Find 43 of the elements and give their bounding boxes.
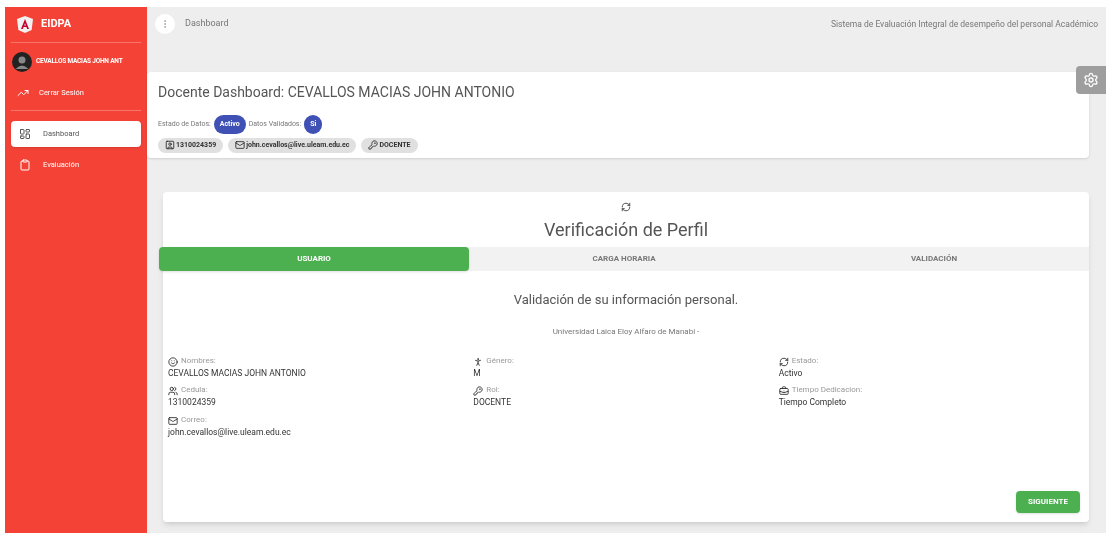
field-label: Rol: [486, 384, 500, 397]
field-value: Activo [778, 366, 804, 380]
field-value: 1310024359 [168, 396, 217, 409]
field-value: CEVALLOS MACIAS JOHN ANTONIO [168, 366, 307, 380]
card-title: Docente Dashboard: CEVALLOS MACIAS JOHN ANTONIO [158, 83, 516, 102]
field-label: Correo: [181, 414, 207, 426]
breadcrumb: Dashboard [185, 17, 229, 31]
person-icon [473, 356, 484, 367]
field-label: Tiempo Dedicacion: [791, 384, 863, 397]
section-heading: Validación de su información personal. [512, 291, 740, 309]
clipboard-icon [19, 159, 31, 171]
shield-logo-icon [17, 16, 33, 33]
key-icon [368, 140, 379, 150]
dashboard-icon [19, 128, 31, 140]
key-icon [473, 386, 484, 397]
mail-icon [235, 140, 246, 150]
app-title: EIDPA [41, 16, 72, 33]
settings-icon [1083, 72, 1099, 88]
mail-icon [168, 416, 178, 426]
next-button[interactable]: SIGUIENTE [1016, 491, 1080, 513]
profile-title: Verificación de Perfil [543, 218, 709, 242]
field-value: DOCENTE [473, 396, 512, 409]
field-label: Estado: [791, 354, 819, 367]
settings-button[interactable] [1076, 66, 1106, 94]
step-tab[interactable]: USUARIO [159, 247, 469, 271]
system-name: Sistema de Evaluación Integral de desempeño del personal Académico [831, 17, 1098, 31]
refresh-icon [778, 356, 789, 367]
field-value: john.cevallos@live.uleam.edu.ec [168, 426, 292, 439]
menu-button[interactable] [155, 14, 175, 34]
briefcase-icon [778, 386, 789, 397]
users-icon [168, 386, 178, 397]
field-value: Tiempo Completo [778, 396, 848, 409]
field-label: Género: [486, 354, 514, 367]
step-tab[interactable]: CARGA HORARIA [469, 247, 779, 271]
refresh-icon [621, 202, 631, 212]
field-label: Nombres: [181, 354, 216, 367]
university-name: Universidad Laica Eloy Alfaro de Manabí - [551, 325, 701, 338]
contact-card-icon [165, 140, 175, 150]
avatar [12, 52, 32, 72]
face-icon [168, 356, 178, 367]
step-tab[interactable]: VALIDACIÓN [779, 247, 1089, 271]
field-label: Cedula: [181, 384, 208, 397]
field-value: M [473, 366, 482, 380]
